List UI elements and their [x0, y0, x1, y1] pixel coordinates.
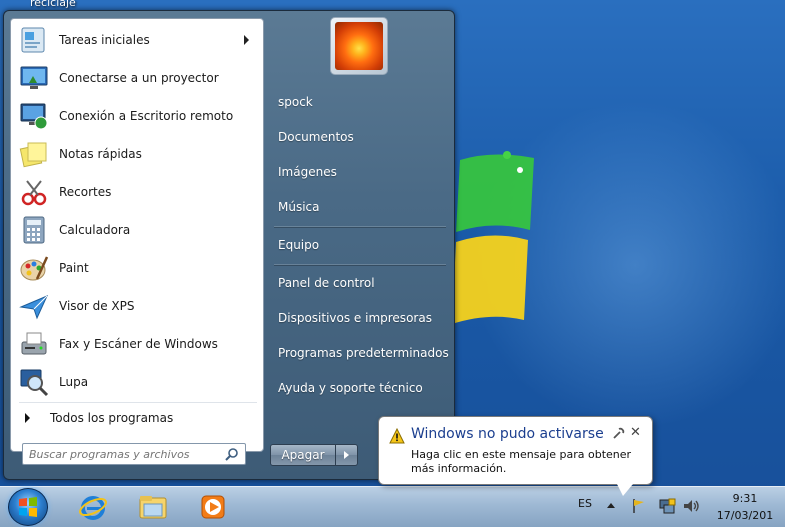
program-item-projector[interactable]: Conectarse a un proyector: [15, 61, 259, 95]
program-label: Recortes: [59, 185, 112, 199]
system-clock[interactable]: 9:31 17/03/201: [712, 490, 778, 524]
clock-date: 17/03/201: [716, 509, 774, 522]
taskbar-media-player[interactable]: [186, 488, 240, 526]
right-item-help-support[interactable]: Ayuda y soporte técnico: [272, 373, 452, 403]
notification-tail: [617, 484, 633, 496]
close-icon[interactable]: ✕: [630, 425, 641, 440]
volume-icon[interactable]: [682, 497, 700, 515]
program-item-paint[interactable]: Paint: [15, 251, 259, 285]
arrow-right-icon: [344, 451, 349, 459]
search-box[interactable]: [22, 443, 246, 465]
flower-avatar: [335, 22, 383, 70]
xps-viewer-icon: [19, 291, 49, 321]
desktop-icon-label[interactable]: reciclaje: [30, 0, 76, 9]
shutdown-button[interactable]: Apagar: [270, 444, 336, 466]
getting-started-icon: [19, 25, 49, 55]
sticky-notes-icon: [19, 139, 49, 169]
internet-explorer-icon: [79, 496, 107, 520]
program-item-getting-started[interactable]: Tareas iniciales: [15, 23, 259, 57]
show-hidden-icons-icon[interactable]: [607, 503, 615, 508]
program-item-remote-desktop[interactable]: Conexión a Escritorio remoto: [15, 99, 259, 133]
snipping-tool-icon: [19, 177, 49, 207]
program-item-sticky-notes[interactable]: Notas rápidas: [15, 137, 259, 171]
programs-separator: [19, 402, 257, 403]
right-item-music[interactable]: Música: [272, 192, 452, 222]
program-label: Tareas iniciales: [59, 33, 150, 47]
program-label: Calculadora: [59, 223, 131, 237]
all-programs-label: Todos los programas: [50, 411, 174, 425]
program-item-calculator[interactable]: Calculadora: [15, 213, 259, 247]
start-button[interactable]: [8, 488, 48, 526]
user-picture[interactable]: [330, 17, 388, 75]
fax-scanner-icon: [19, 329, 49, 359]
right-item-control-panel[interactable]: Panel de control: [272, 268, 452, 298]
taskbar-internet-explorer[interactable]: [66, 488, 120, 526]
expand-arrow-icon: [25, 413, 30, 423]
right-item-documents[interactable]: Documentos: [272, 122, 452, 152]
search-input[interactable]: [29, 445, 219, 463]
media-player-icon: [201, 495, 225, 519]
taskbar-explorer[interactable]: [126, 488, 180, 526]
all-programs-button[interactable]: Todos los programas: [15, 407, 259, 429]
program-label: Lupa: [59, 375, 89, 389]
search-icon[interactable]: [225, 447, 239, 461]
windows-logo-icon: [19, 497, 37, 517]
shutdown-options-button[interactable]: [336, 444, 358, 466]
wrench-icon[interactable]: [612, 427, 625, 440]
program-item-fax-scanner[interactable]: Fax y Escáner de Windows: [15, 327, 259, 361]
program-item-magnifier[interactable]: Lupa: [15, 365, 259, 399]
right-item-pictures[interactable]: Imágenes: [272, 157, 452, 187]
program-label: Notas rápidas: [59, 147, 142, 161]
language-indicator[interactable]: ES: [578, 497, 592, 510]
right-item-devices-printers[interactable]: Dispositivos e impresoras: [272, 303, 452, 333]
start-menu: Tareas iniciales Conectarse a un proyect…: [3, 10, 455, 480]
program-label: Visor de XPS: [59, 299, 135, 313]
right-separator: [274, 226, 446, 227]
right-item-computer[interactable]: Equipo: [272, 230, 452, 260]
clock-time: 9:31: [732, 492, 758, 505]
submenu-arrow-icon[interactable]: [244, 35, 249, 45]
notification-title: Windows no pudo activarse: [411, 426, 604, 442]
right-separator: [274, 264, 446, 265]
windows-logo-wallpaper: [452, 151, 534, 324]
program-label: Conexión a Escritorio remoto: [59, 109, 234, 123]
program-label: Conectarse a un proyector: [59, 71, 219, 85]
folder-icon: [139, 496, 167, 519]
calculator-icon: [19, 215, 49, 245]
program-label: Fax y Escáner de Windows: [59, 337, 218, 351]
right-item-default-programs[interactable]: Programas predeterminados: [272, 338, 452, 368]
programs-pane: Tareas iniciales Conectarse a un proyect…: [10, 18, 264, 452]
warning-icon: [389, 428, 405, 444]
shutdown-group: Apagar: [270, 444, 358, 466]
projector-icon: [19, 63, 49, 93]
paint-icon: [19, 253, 49, 283]
notification-message: Haga clic en este mensaje para obtener m…: [411, 448, 632, 475]
search-area: [10, 431, 264, 477]
magnifier-icon: [19, 367, 49, 397]
program-label: Paint: [59, 261, 89, 275]
network-icon[interactable]: [658, 497, 676, 515]
activation-notification[interactable]: Windows no pudo activarse Haga clic en e…: [378, 416, 653, 496]
right-item-user[interactable]: spock: [272, 87, 452, 117]
program-item-xps-viewer[interactable]: Visor de XPS: [15, 289, 259, 323]
action-center-flag-icon[interactable]: [630, 497, 648, 515]
remote-desktop-icon: [19, 101, 49, 131]
program-item-snipping-tool[interactable]: Recortes: [15, 175, 259, 209]
